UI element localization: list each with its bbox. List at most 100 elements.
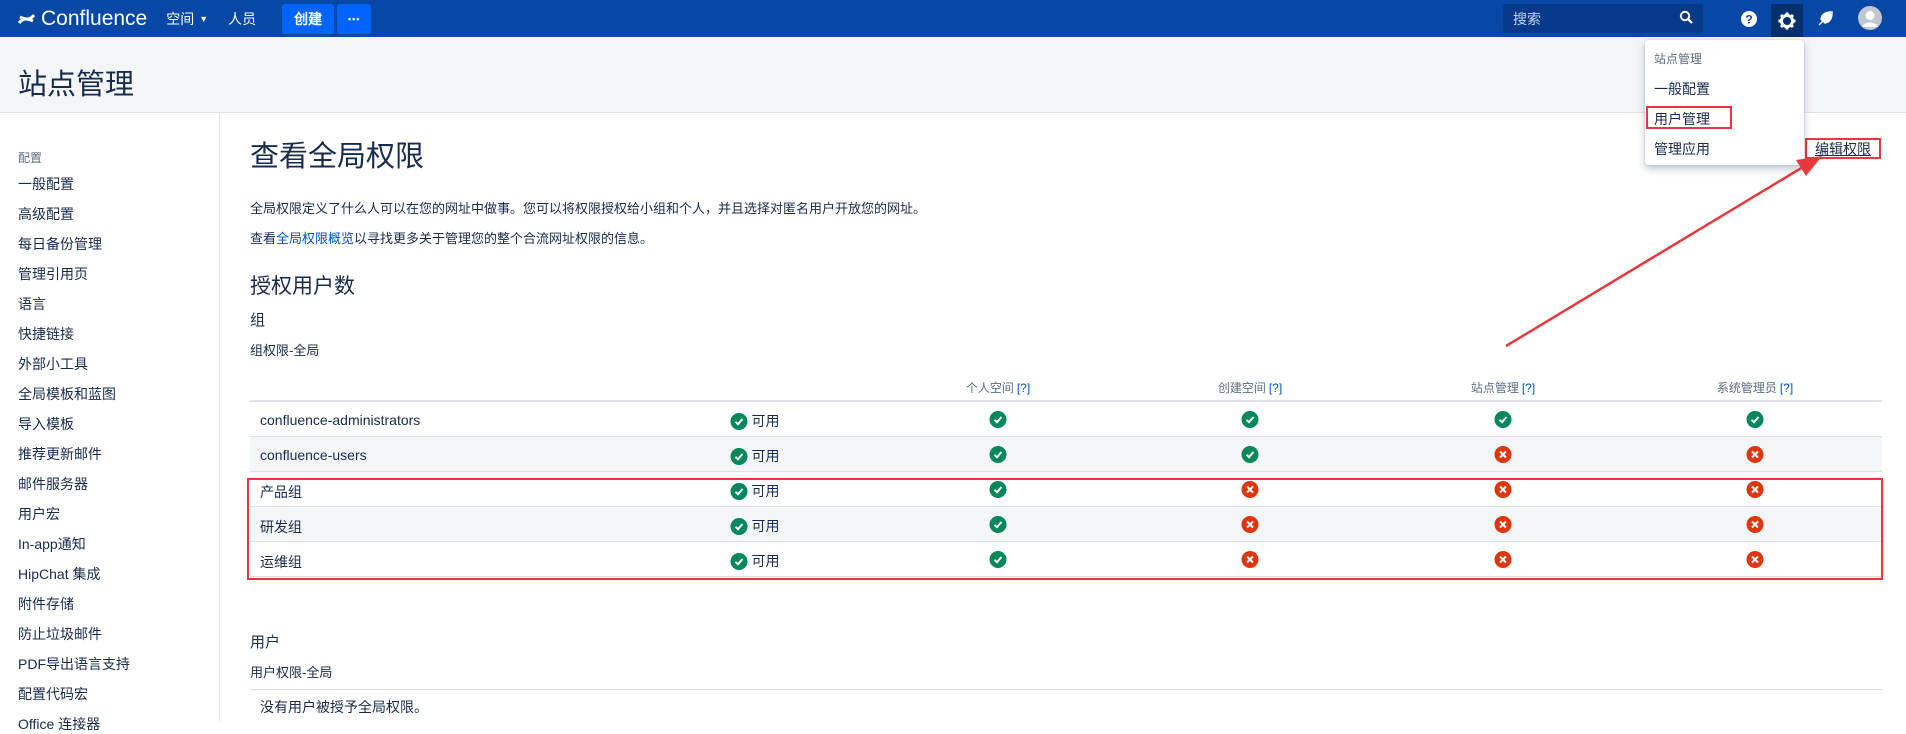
edit-permissions-button[interactable]: 编辑权限 <box>1805 138 1881 159</box>
no-users-message: 没有用户被授予全局权限。 <box>260 699 428 715</box>
page-title: 站点管理 <box>18 69 135 101</box>
annotation-highlight-rows <box>247 478 1883 580</box>
edit-permissions-label: 编辑权限 <box>1815 140 1871 157</box>
dropdown-header: 站点管理 <box>1654 52 1703 66</box>
check-icon <box>989 446 1007 463</box>
sidebar-item-language[interactable]: 语言 <box>18 294 46 314</box>
column-header-system-admin: 系统管理员 [?] <box>1717 379 1793 396</box>
sidebar-item-hipchat[interactable]: HipChat 集成 <box>18 564 100 584</box>
more-button[interactable]: ••• <box>337 3 372 34</box>
sidebar-item-pdf-language[interactable]: PDF导出语言支持 <box>18 654 130 674</box>
sidebar-item-external-gadgets[interactable]: 外部小工具 <box>18 354 88 374</box>
sidebar-item-in-app-notifications[interactable]: In-app通知 <box>18 534 86 554</box>
permission-cell-personal <box>989 411 1007 428</box>
overview-suffix: 以寻找更多关于管理您的整个合流网址权限的信息。 <box>354 231 654 246</box>
help-link[interactable]: [?] <box>1017 381 1030 395</box>
confluence-logo[interactable]: Confluence <box>18 7 147 31</box>
sidebar-item-office-connector[interactable]: Office 连接器 <box>18 714 100 734</box>
column-header-personal-space: 个人空间 [?] <box>966 379 1030 396</box>
search-icon[interactable] <box>1679 10 1693 27</box>
check-icon <box>1494 411 1512 428</box>
group-name: confluence-administrators <box>260 412 421 428</box>
check-icon <box>1241 411 1259 428</box>
search-input[interactable]: 搜索 <box>1503 4 1703 33</box>
sidebar-item-global-templates[interactable]: 全局模板和蓝图 <box>18 384 116 404</box>
chevron-down-icon: ▼ <box>199 13 209 24</box>
column-label: 系统管理员 <box>1716 381 1777 395</box>
permission-cell-sys-admin <box>1746 411 1764 428</box>
sidebar: 配置 一般配置 高级配置 每日备份管理 管理引用页 语言 快捷链接 外部小工具 … <box>0 113 220 732</box>
more-icon: ••• <box>347 13 361 24</box>
permission-cell-create <box>1241 411 1259 428</box>
overview-text: 查看全局权限概览以寻找更多关于管理您的整个合流网址权限的信息。 <box>250 228 653 247</box>
people-link[interactable]: 人员 <box>228 9 256 29</box>
cross-icon <box>1746 446 1764 463</box>
sidebar-item-general-config[interactable]: 一般配置 <box>18 174 74 194</box>
admin-dropdown-menu: 站点管理 一般配置 用户管理 管理应用 <box>1645 40 1804 165</box>
column-label: 创建空间 <box>1217 381 1266 395</box>
page-header: 站点管理 <box>0 37 1906 113</box>
sidebar-item-code-macro[interactable]: 配置代码宏 <box>18 684 88 704</box>
gear-icon[interactable] <box>1771 4 1803 37</box>
permission-cell-create <box>1241 446 1259 463</box>
create-button[interactable]: 创建 <box>282 3 335 34</box>
check-icon <box>1746 411 1764 428</box>
confluence-logo-icon <box>18 13 35 24</box>
sidebar-item-recommended-updates[interactable]: 推荐更新邮件 <box>18 444 102 464</box>
sidebar-item-shortcut-links[interactable]: 快捷链接 <box>18 324 74 344</box>
users-heading: 用户 <box>250 634 281 651</box>
check-icon <box>730 412 748 430</box>
app-name: Confluence <box>41 6 148 30</box>
check-icon <box>730 447 748 465</box>
people-label: 人员 <box>228 10 257 27</box>
dropdown-item-general-config[interactable]: 一般配置 <box>1654 79 1710 99</box>
groups-heading: 组 <box>250 312 266 329</box>
spaces-menu[interactable]: 空间 ▼ <box>166 9 208 29</box>
permission-cell-site-admin <box>1494 411 1512 428</box>
cross-icon <box>1494 446 1512 463</box>
sidebar-item-attachment-storage[interactable]: 附件存储 <box>18 594 74 614</box>
permission-cell-personal <box>989 446 1007 463</box>
sidebar-section-config: 配置 <box>18 151 43 165</box>
divider <box>250 689 1882 690</box>
help-link[interactable]: [?] <box>1269 381 1282 395</box>
sidebar-item-spam-prevention[interactable]: 防止垃圾邮件 <box>18 624 102 644</box>
sidebar-item-referral-pages[interactable]: 管理引用页 <box>18 264 88 284</box>
sidebar-item-user-macros[interactable]: 用户宏 <box>18 504 60 524</box>
overview-prefix: 查看 <box>250 231 277 246</box>
description-text: 全局权限定义了什么人可以在您的网址中做事。您可以将权限授权给小组和个人，并且选择… <box>250 201 927 216</box>
groups-subheading: 组权限-全局 <box>250 343 320 358</box>
sidebar-item-advanced-config[interactable]: 高级配置 <box>18 204 74 224</box>
table-row: confluence-users 可用 <box>250 437 1882 472</box>
check-icon <box>989 411 1007 428</box>
main-title: 查看全局权限 <box>250 141 425 173</box>
can-use-label: 可用 <box>751 448 780 464</box>
sidebar-item-import-templates[interactable]: 导入模板 <box>18 414 74 434</box>
table-header: 个人空间 [?] 创建空间 [?] 站点管理 [?] 系统管理员 [?] <box>250 367 1882 402</box>
licensed-users-heading: 授权用户数 <box>250 275 355 298</box>
sidebar-item-mail-servers[interactable]: 邮件服务器 <box>18 474 88 494</box>
global-permissions-overview-link[interactable]: 全局权限概览 <box>276 231 354 246</box>
notifications-icon[interactable] <box>1811 5 1839 33</box>
help-link[interactable]: [?] <box>1780 381 1793 395</box>
annotation-highlight-user-management <box>1646 106 1732 129</box>
column-header-site-admin: 站点管理 [?] <box>1471 379 1535 396</box>
dropdown-item-manage-apps[interactable]: 管理应用 <box>1654 139 1710 159</box>
permission-cell-sys-admin <box>1746 446 1764 463</box>
help-link[interactable]: [?] <box>1522 381 1535 395</box>
column-label: 个人空间 <box>965 381 1014 395</box>
can-use-cell: 可用 <box>730 446 780 466</box>
sidebar-item-daily-backup[interactable]: 每日备份管理 <box>18 234 102 254</box>
svg-text:?: ? <box>1745 13 1752 27</box>
search-placeholder: 搜索 <box>1513 10 1541 27</box>
avatar[interactable] <box>1855 3 1885 33</box>
check-icon <box>1241 446 1259 463</box>
can-use-label: 可用 <box>751 413 780 429</box>
table-row: confluence-administrators 可用 <box>250 402 1882 437</box>
column-header-create-space: 创建空间 [?] <box>1218 379 1282 396</box>
help-icon[interactable]: ? <box>1735 5 1763 33</box>
can-use-cell: 可用 <box>730 411 780 431</box>
spaces-label: 空间 <box>166 10 195 27</box>
users-subheading: 用户权限-全局 <box>250 665 333 680</box>
column-label: 站点管理 <box>1470 381 1519 395</box>
